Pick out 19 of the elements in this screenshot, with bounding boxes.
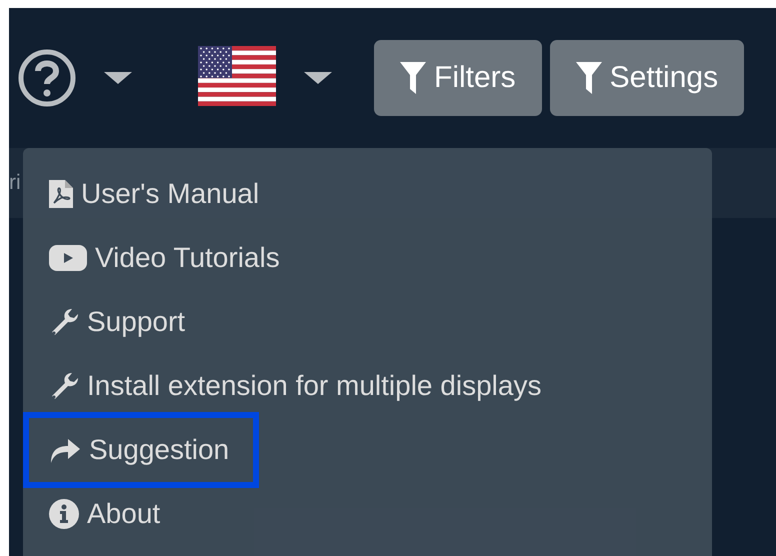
column-header: ri — [9, 171, 21, 195]
menu-item[interactable]: Install extension for multiple displays — [49, 354, 542, 418]
pdf-file-icon — [49, 180, 73, 208]
filter-button[interactable]: Filters — [374, 40, 542, 116]
menu-item[interactable]: Suggestion — [29, 418, 254, 482]
share-arrow-icon — [49, 436, 81, 464]
filter-icon — [576, 62, 602, 94]
video-play-icon — [49, 245, 87, 271]
menu-item[interactable]: About — [49, 482, 160, 546]
menu-item[interactable]: Support — [49, 290, 186, 354]
caret-icon[interactable] — [304, 72, 332, 84]
menu-item[interactable]: User's Manual — [49, 162, 260, 226]
help-icon[interactable] — [18, 49, 76, 107]
us-flag-icon[interactable] — [198, 46, 276, 106]
filter-icon — [400, 62, 426, 94]
menu-item[interactable]: Video Tutorials — [49, 226, 280, 290]
info-icon — [49, 499, 79, 529]
filter-button[interactable]: Settings — [550, 40, 744, 116]
caret-icon[interactable] — [104, 72, 132, 84]
